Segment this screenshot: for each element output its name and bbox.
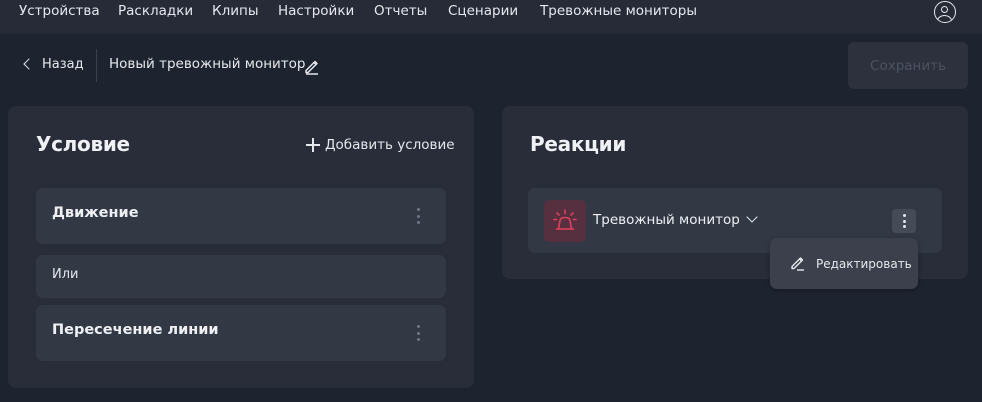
nav-item-layouts[interactable]: Раскладки [118,3,193,19]
more-vertical-icon[interactable] [410,206,426,226]
alarm-siren-icon [553,209,577,230]
alarm-icon-tile [544,200,586,242]
reaction-context-menu: Редактировать [770,238,918,289]
add-condition-button[interactable]: Добавить условие [306,137,455,153]
pencil-icon [791,257,804,271]
header-divider [96,49,97,82]
nav-item-settings[interactable]: Настройки [278,3,354,19]
condition-card-line-crossing[interactable]: Пересечение линии [36,305,446,361]
conditions-title: Условие [36,132,130,156]
condition-label: Движение [52,205,139,221]
chevron-left-icon [23,58,35,70]
condition-card-motion[interactable]: Движение [36,188,446,244]
or-label: Или [52,267,79,282]
nav-item-clips[interactable]: Клипы [212,3,258,19]
menu-item-edit-label: Редактировать [816,257,912,271]
save-button[interactable]: Сохранить [848,42,968,89]
condition-separator-or: Или [36,255,446,298]
page-title: Новый тревожный монитор [109,56,306,72]
plus-icon [306,138,320,152]
nav-item-devices[interactable]: Устройства [19,3,100,19]
reactions-title: Реакции [530,132,627,156]
condition-label: Пересечение линии [52,322,219,338]
nav-item-scenarios[interactable]: Сценарии [448,3,518,19]
back-label: Назад [42,56,84,72]
more-vertical-icon[interactable] [892,209,916,233]
nav-item-alarm-monitors[interactable]: Тревожные мониторы [540,3,697,19]
more-vertical-icon[interactable] [410,323,426,343]
nav-item-reports[interactable]: Отчеты [374,3,427,19]
back-button[interactable]: Назад [22,55,84,73]
pencil-icon[interactable] [303,57,321,75]
chevron-down-icon[interactable] [746,211,758,223]
reaction-label: Тревожный монитор [593,212,740,228]
profile-icon[interactable] [934,1,956,23]
menu-item-edit[interactable]: Редактировать [770,238,918,289]
top-navigation: Устройства Раскладки Клипы Настройки Отч… [0,0,982,34]
conditions-panel: Условие Добавить условие Движение Или Пе… [8,106,474,388]
add-condition-label: Добавить условие [325,137,455,153]
